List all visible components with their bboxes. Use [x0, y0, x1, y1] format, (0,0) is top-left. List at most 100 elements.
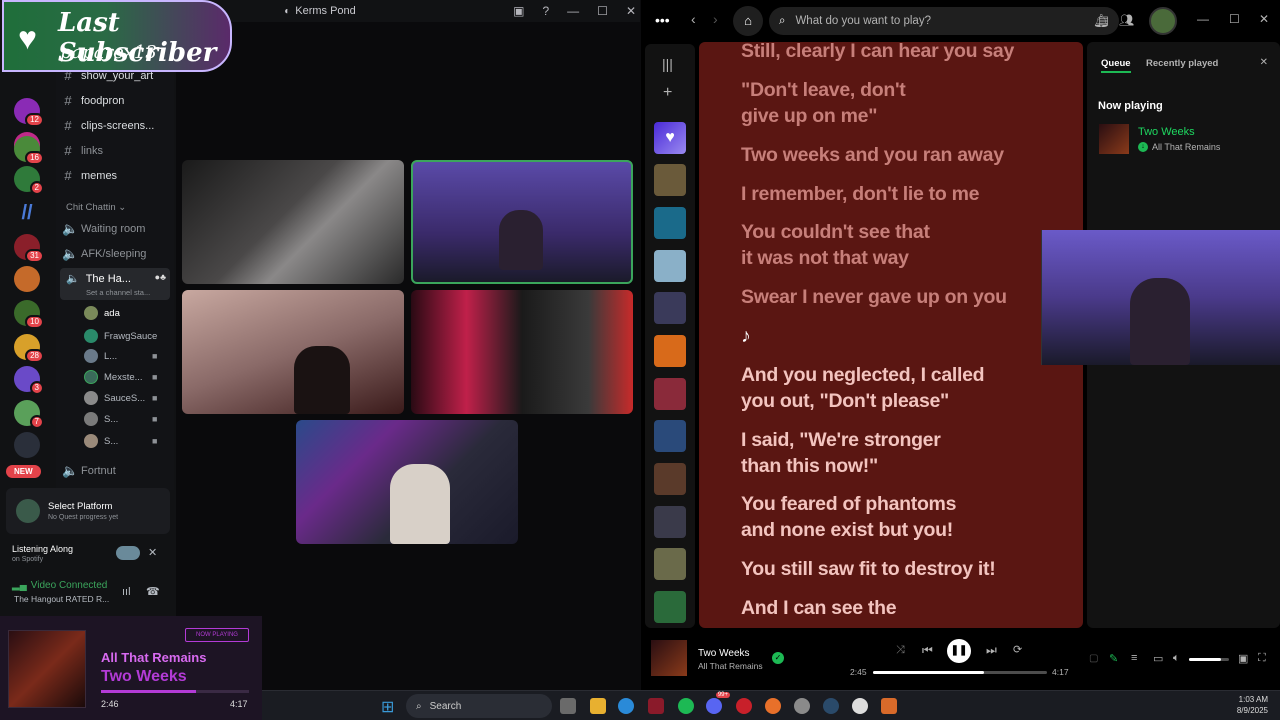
miniplayer-icon[interactable]: ▣	[1238, 652, 1248, 665]
video-tile[interactable]	[182, 160, 404, 284]
voice-user[interactable]: S... ■	[84, 412, 157, 426]
voice-channel-waiting-room[interactable]: 🔈 Waiting room	[62, 221, 145, 237]
progress-track[interactable]	[873, 671, 1047, 674]
video-tile[interactable]	[296, 420, 518, 544]
playlist-cover[interactable]	[654, 207, 686, 239]
chat-icon[interactable]: ●♣	[155, 272, 166, 282]
fullscreen-icon[interactable]: ⛶	[1258, 652, 1266, 665]
minimize-button[interactable]: —	[567, 4, 579, 18]
lyric-line[interactable]: You still saw fit to destroy it!	[741, 556, 996, 582]
task-view-icon[interactable]	[560, 698, 576, 714]
lyrics-icon[interactable]: ✎	[1109, 652, 1118, 665]
obs-icon[interactable]	[852, 698, 868, 714]
lyric-line[interactable]: than this now!"	[741, 453, 878, 479]
pause-button[interactable]: ❚❚	[947, 639, 971, 663]
channel-status[interactable]: Set a channel sta...	[86, 288, 150, 297]
volume-slider[interactable]	[1189, 658, 1229, 661]
video-tile[interactable]	[411, 290, 633, 414]
repeat-icon[interactable]: ⟳	[1013, 643, 1022, 656]
voice-user[interactable]: ada	[84, 306, 120, 320]
server-icon[interactable]: 16	[14, 136, 44, 165]
server-icon[interactable]: 3	[14, 366, 44, 395]
album-art[interactable]	[651, 640, 687, 676]
voice-channel-afk[interactable]: 🔈 AFK/sleeping	[62, 246, 146, 262]
opera-icon[interactable]	[736, 698, 752, 714]
file-explorer-icon[interactable]	[590, 698, 606, 714]
maximize-button[interactable]: ☐	[1229, 12, 1240, 26]
wolf-server-icon[interactable]	[14, 432, 40, 458]
voice-user[interactable]: Mexste... ■	[84, 370, 157, 384]
windows-start-icon[interactable]: ⊞	[381, 697, 394, 717]
player-track[interactable]: Two Weeks	[698, 648, 750, 659]
channel-links[interactable]: # links	[62, 143, 103, 158]
app-icon[interactable]	[794, 698, 810, 714]
maximize-button[interactable]: ☐	[597, 4, 608, 18]
playlist-cover[interactable]	[654, 420, 686, 452]
friends-icon[interactable]: 👥︎	[1119, 13, 1134, 27]
notifications-icon[interactable]: 🔔︎	[1093, 13, 1110, 29]
library-icon[interactable]: |||	[662, 56, 673, 72]
voice-user[interactable]: L... ■	[84, 349, 157, 363]
lyric-line[interactable]: You couldn't see that	[741, 219, 930, 245]
next-icon[interactable]: ⏭︎	[986, 643, 997, 658]
video-tile[interactable]	[182, 290, 404, 414]
firefox-icon[interactable]	[765, 698, 781, 714]
back-icon[interactable]: ‹	[691, 11, 696, 27]
home-icon[interactable]: ⌂	[733, 6, 763, 36]
forward-icon[interactable]: ›	[713, 11, 718, 27]
lyric-line[interactable]: And you neglected, I called	[741, 362, 985, 388]
app-icon[interactable]	[648, 698, 664, 714]
server-icon[interactable]: 31	[14, 234, 44, 263]
lyric-line[interactable]: Two weeks and you ran away	[741, 142, 1004, 168]
server-icon[interactable]: 2	[14, 166, 44, 195]
profile-avatar[interactable]	[1149, 7, 1177, 35]
close-icon[interactable]: ✕	[148, 546, 157, 559]
close-icon[interactable]: ✕	[1260, 57, 1268, 68]
playlist-cover[interactable]	[654, 292, 686, 324]
tab-queue[interactable]: Queue	[1101, 58, 1131, 73]
close-button[interactable]: ✕	[626, 4, 636, 18]
playlist-cover[interactable]	[654, 463, 686, 495]
playlist-cover[interactable]	[654, 250, 686, 282]
edge-icon[interactable]	[618, 698, 634, 714]
lyric-line[interactable]: Swear I never gave up on you	[741, 284, 1007, 310]
playlist-cover[interactable]	[654, 548, 686, 580]
server-icon[interactable]	[14, 266, 40, 292]
liked-songs-cover[interactable]: ♥	[654, 122, 686, 154]
taskbar-search[interactable]: ⌕ Search	[406, 694, 552, 718]
connect-device-icon[interactable]: ▭	[1153, 652, 1163, 665]
lyric-line[interactable]: give up on me"	[741, 103, 877, 129]
channel-memes[interactable]: # memes	[62, 168, 117, 183]
voice-channel-fortnut[interactable]: 🔈 Fortnut	[62, 463, 116, 479]
lyric-line[interactable]: you out, "Don't please"	[741, 388, 949, 414]
server-icon[interactable]: 7	[14, 400, 44, 429]
quest-card[interactable]: Select Platform No Quest progress yet	[6, 488, 170, 534]
server-icon[interactable]: 10	[14, 300, 44, 329]
tab-recently-played[interactable]: Recently played	[1146, 58, 1218, 69]
player-artist[interactable]: All That Remains	[698, 661, 763, 671]
help-icon[interactable]: ?	[542, 4, 549, 18]
volume-icon[interactable]: 🔈︎	[1173, 652, 1180, 665]
lyric-line[interactable]: And I can see the	[741, 595, 897, 621]
lyric-line[interactable]: it was not that way	[741, 245, 909, 271]
active-voice-channel[interactable]: 🔈 The Ha... ●♣ Set a channel sta...	[60, 268, 170, 300]
noise-suppression-icon[interactable]: ııl	[122, 586, 131, 598]
inbox-icon[interactable]: ▣	[513, 4, 524, 18]
playlist-cover[interactable]	[654, 506, 686, 538]
playlist-cover[interactable]	[654, 591, 686, 623]
lyric-line[interactable]: "Don't leave, don't	[741, 77, 906, 103]
now-playing-view-icon[interactable]: ▢	[1089, 653, 1098, 664]
lyric-line[interactable]: I remember, don't lie to me	[741, 181, 979, 207]
voice-user[interactable]: S... ■	[84, 434, 157, 448]
app-icon[interactable]	[881, 698, 897, 714]
voice-user[interactable]: SauceS... ■	[84, 391, 157, 405]
server-icon[interactable]: 28	[14, 334, 44, 363]
playlist-cover[interactable]	[654, 335, 686, 367]
lyric-line[interactable]: Still, clearly I can hear you say	[741, 42, 1014, 64]
playlist-cover[interactable]	[654, 164, 686, 196]
shuffle-icon[interactable]: ⤨	[896, 644, 905, 657]
lyric-line-current[interactable]: ♪	[741, 323, 751, 349]
queue-icon[interactable]: ≡	[1131, 652, 1137, 664]
saved-check-icon[interactable]: ✓	[772, 652, 784, 664]
lyric-line[interactable]: and none exist but you!	[741, 517, 953, 543]
